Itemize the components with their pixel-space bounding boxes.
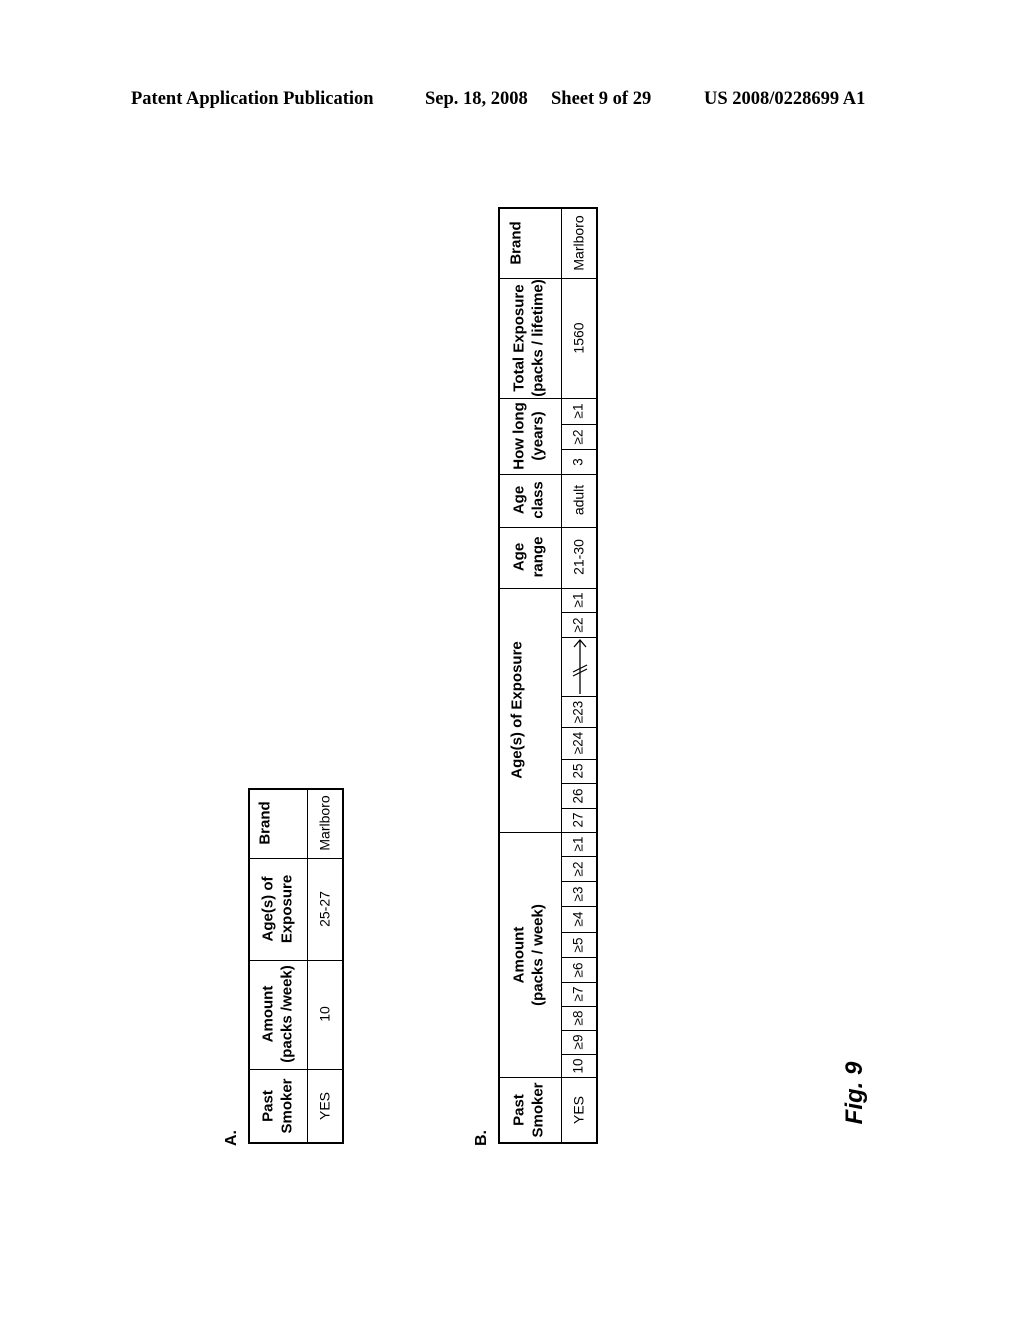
table-b-row-divider <box>561 207 562 1144</box>
amount-subcell-divider <box>561 1054 598 1055</box>
table-b-header-how-long: How long (years) <box>510 402 546 470</box>
table-b-col-divider <box>498 527 598 528</box>
age-cell: ≥2 <box>570 617 586 633</box>
table-a-header-brand: Brand <box>256 801 274 845</box>
how-long-cell: 3 <box>570 458 586 466</box>
publication-type: Patent Application Publication <box>131 89 374 109</box>
amount-subcell-divider <box>561 906 598 907</box>
table-b-col-divider <box>498 1077 598 1078</box>
table-b-header-total-exposure: Total Exposure (packs / lifetime) <box>510 279 546 397</box>
figure-label: Fig. 9 <box>841 1061 868 1125</box>
how-long-cell: ≥1 <box>570 403 586 419</box>
amount-subcell-divider <box>561 982 598 983</box>
table-a-cell-amount: 10 <box>316 1006 333 1022</box>
amount-cell: ≥1 <box>570 836 586 852</box>
table-b-cell-past-smoker: YES <box>570 1095 587 1125</box>
age-cell: ≥24 <box>570 731 586 755</box>
how-long-cell: ≥2 <box>570 429 586 445</box>
table-b-col-divider <box>498 474 598 475</box>
amount-cell: ≥3 <box>570 886 586 902</box>
table-b-header-ages: Age(s) of Exposure <box>508 641 526 779</box>
age-cell: 27 <box>570 812 586 828</box>
amount-cell: ≥6 <box>570 962 586 978</box>
table-b-col-divider <box>498 832 598 833</box>
amount-subcell-divider <box>561 1030 598 1031</box>
age-subcell-divider <box>561 808 598 809</box>
patent-number: US 2008/0228699 A1 <box>704 89 866 109</box>
table-b-label: B. <box>473 1130 490 1146</box>
table-a-header-amount: Amount (packs /week) <box>259 965 295 1063</box>
table-a-cell-past-smoker: YES <box>316 1091 333 1121</box>
table-a-label: A. <box>223 1130 240 1146</box>
table-b-cell-age-range: 21-30 <box>570 539 587 575</box>
table-a-cell-ages: 25-27 <box>316 891 333 927</box>
publication-date: Sep. 18, 2008 <box>425 89 528 109</box>
age-subcell-divider <box>561 759 598 760</box>
amount-subcell-divider <box>561 957 598 958</box>
how-long-subcell-divider <box>561 449 598 450</box>
age-cell: ≥23 <box>570 700 586 724</box>
age-subcell-divider <box>561 783 598 784</box>
table-b-cell-total-exposure: 1560 <box>570 322 587 354</box>
age-cell: 25 <box>570 763 586 779</box>
table-b-cell-age-class: adult <box>570 484 587 516</box>
table-a-header-ages: Age(s) of Exposure <box>259 874 295 944</box>
table-b-header-brand: Brand <box>507 221 525 265</box>
amount-subcell-divider <box>561 856 598 857</box>
amount-cell: ≥4 <box>570 911 586 927</box>
table-a-col-divider <box>248 960 344 961</box>
age-subcell-divider <box>561 727 598 728</box>
age-subcell-divider <box>561 612 598 613</box>
table-a-col-divider <box>248 1069 344 1070</box>
amount-subcell-divider <box>561 881 598 882</box>
continuation-arrow-icon <box>572 639 588 694</box>
table-b-cell-brand: Marlboro <box>570 215 587 271</box>
amount-cell: ≥9 <box>570 1034 586 1050</box>
amount-cell: ≥8 <box>570 1010 586 1026</box>
table-a-row-divider <box>307 788 308 1144</box>
table-b-col-divider <box>498 588 598 589</box>
age-cell: 26 <box>570 788 586 804</box>
how-long-subcell-divider <box>561 424 598 425</box>
age-subcell-divider <box>561 696 598 697</box>
table-a-header-past-smoker: Past Smoker <box>259 1078 295 1134</box>
sheet-number: Sheet 9 of 29 <box>551 89 652 109</box>
amount-cell: 10 <box>570 1058 586 1074</box>
age-cell: ≥1 <box>570 592 586 608</box>
amount-cell: ≥2 <box>570 861 586 877</box>
table-b-col-divider <box>498 398 598 399</box>
table-b-header-age-range: Age range <box>510 536 546 578</box>
amount-cell: ≥7 <box>570 986 586 1002</box>
table-a-col-divider <box>248 858 344 859</box>
table-b-header-age-class: Age class <box>510 481 546 519</box>
amount-cell: ≥5 <box>570 937 586 953</box>
table-a-cell-brand: Marlboro <box>316 795 333 851</box>
amount-subcell-divider <box>561 932 598 933</box>
table-b-header-past-smoker: Past Smoker <box>510 1082 546 1138</box>
amount-subcell-divider <box>561 1006 598 1007</box>
table-b-header-amount: Amount (packs / week) <box>510 904 546 1006</box>
